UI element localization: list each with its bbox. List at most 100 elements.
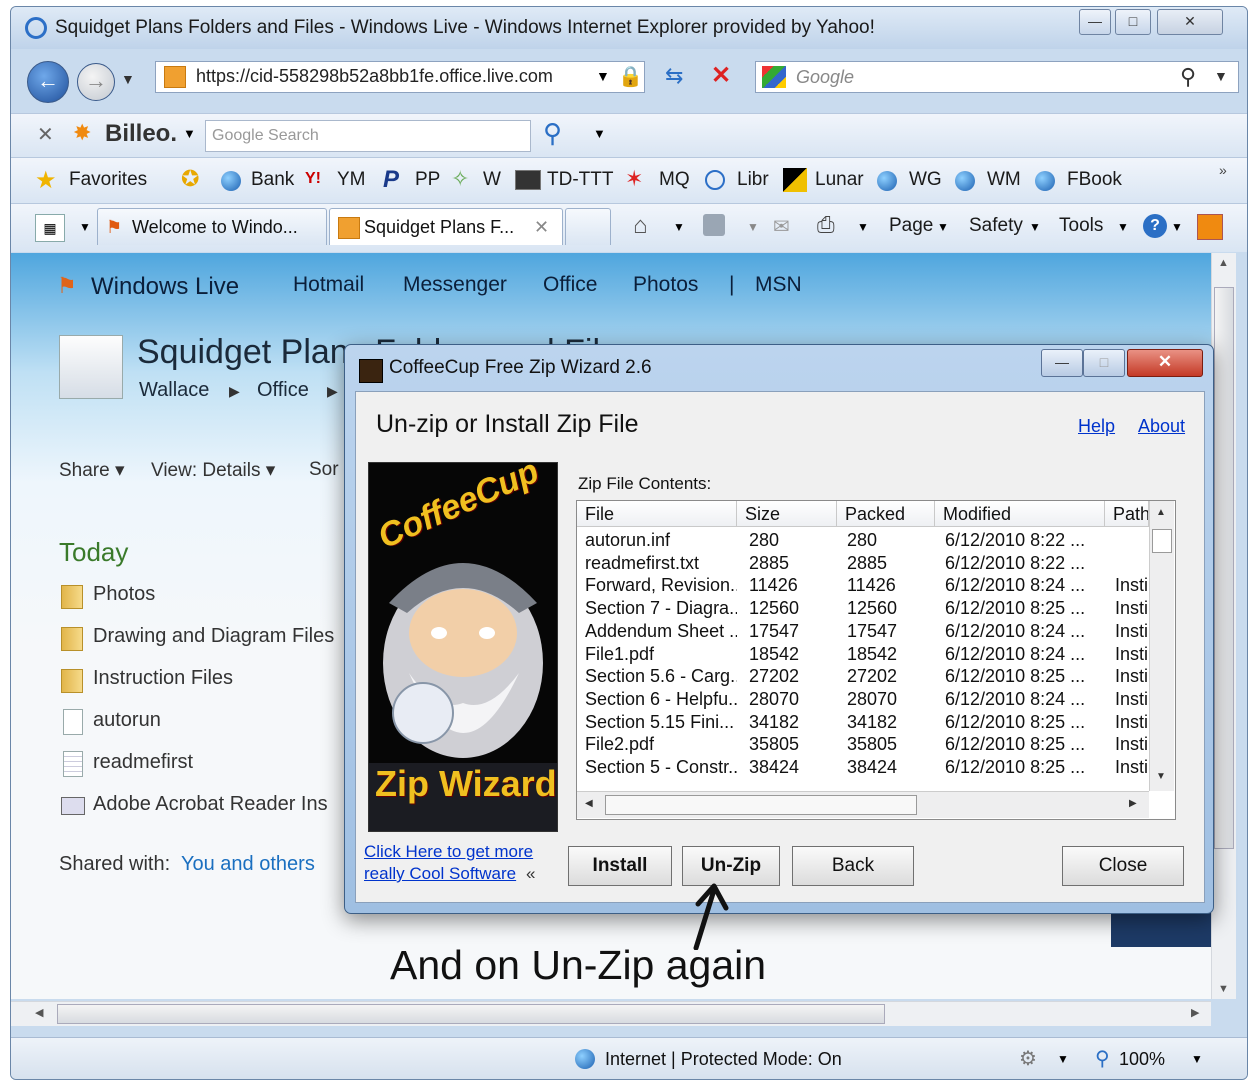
zip-row-cell[interactable]: 6/12/2010 8:22 ... bbox=[945, 552, 1105, 574]
list-horizontal-scrollbar[interactable]: ◀ ▶ bbox=[577, 791, 1149, 818]
zip-row-cell[interactable]: Addendum Sheet ... bbox=[585, 620, 737, 642]
nav-hotmail[interactable]: Hotmail bbox=[293, 273, 364, 297]
zip-row-cell[interactable]: Insti bbox=[1115, 665, 1149, 687]
zip-row-cell[interactable]: 17547 bbox=[749, 620, 839, 642]
zip-row-cell[interactable]: 2885 bbox=[749, 552, 839, 574]
column-path[interactable]: Path bbox=[1105, 501, 1149, 527]
zip-row-cell[interactable]: 280 bbox=[749, 529, 839, 551]
close-window-button[interactable]: ✕ bbox=[1157, 9, 1223, 35]
zip-row-cell[interactable]: 6/12/2010 8:25 ... bbox=[945, 711, 1105, 733]
shared-with-link[interactable]: You and others bbox=[181, 853, 315, 876]
item-readmefirst[interactable]: readmefirst bbox=[93, 751, 193, 774]
fav-wg[interactable]: WG bbox=[909, 169, 942, 191]
scroll-down-icon[interactable]: ▼ bbox=[1218, 983, 1229, 995]
print-dropdown-icon[interactable]: ▼ bbox=[857, 220, 869, 234]
item-photos[interactable]: Photos bbox=[93, 583, 155, 606]
fav-lunar[interactable]: Lunar bbox=[815, 169, 864, 191]
list-scroll-down-icon[interactable]: ▼ bbox=[1156, 771, 1166, 782]
zip-row-cell[interactable]: 28070 bbox=[749, 688, 839, 710]
nav-msn[interactable]: MSN bbox=[755, 273, 802, 297]
zip-row-cell[interactable]: 2885 bbox=[847, 552, 935, 574]
zip-row-cell[interactable]: Insti bbox=[1115, 711, 1149, 733]
zip-row-cell[interactable]: Insti bbox=[1115, 574, 1149, 596]
back-arrow-icon[interactable]: ← bbox=[27, 61, 69, 103]
zip-row-cell[interactable]: 34182 bbox=[749, 711, 839, 733]
zip-row-cell[interactable]: 27202 bbox=[749, 665, 839, 687]
zip-row-cell[interactable]: 35805 bbox=[847, 733, 935, 755]
zip-row-cell[interactable]: 6/12/2010 8:25 ... bbox=[945, 665, 1105, 687]
nav-photos[interactable]: Photos bbox=[633, 273, 698, 297]
research-icon[interactable] bbox=[1197, 214, 1223, 240]
list-scroll-right-icon[interactable]: ▶ bbox=[1129, 798, 1137, 809]
list-vertical-scrollbar[interactable]: ▲ ▼ bbox=[1149, 501, 1174, 791]
zip-row-cell[interactable]: Insti bbox=[1115, 733, 1149, 755]
add-favorite-icon[interactable]: ✪ bbox=[181, 166, 199, 192]
list-scroll-left-icon[interactable]: ◀ bbox=[585, 798, 593, 809]
zip-row-cell[interactable]: 6/12/2010 8:25 ... bbox=[945, 597, 1105, 619]
favorites-star-icon[interactable]: ★ bbox=[35, 166, 57, 195]
zip-row-cell[interactable]: 12560 bbox=[847, 597, 935, 619]
column-file[interactable]: File bbox=[577, 501, 737, 527]
zip-row-cell[interactable]: Section 5.6 - Carg... bbox=[585, 665, 737, 687]
home-dropdown-icon[interactable]: ▼ bbox=[673, 220, 685, 234]
list-vscroll-thumb[interactable] bbox=[1152, 529, 1172, 553]
feeds-dropdown-icon[interactable]: ▼ bbox=[747, 220, 759, 234]
zip-row-cell[interactable]: Insti bbox=[1115, 643, 1149, 665]
breadcrumb-office[interactable]: Office bbox=[257, 379, 309, 402]
zip-row-cell[interactable]: 12560 bbox=[749, 597, 839, 619]
zip-row-cell[interactable]: Forward, Revision... bbox=[585, 574, 737, 596]
tab-list-dropdown-icon[interactable]: ▼ bbox=[79, 220, 91, 234]
scroll-left-icon[interactable]: ◀ bbox=[35, 1006, 43, 1019]
zip-row-cell[interactable]: File2.pdf bbox=[585, 733, 737, 755]
billeo-menu-dropdown-icon[interactable]: ▼ bbox=[183, 126, 196, 141]
zip-row-cell[interactable]: Section 5 - Constr... bbox=[585, 756, 737, 778]
back-button[interactable]: Back bbox=[792, 846, 914, 886]
column-size[interactable]: Size bbox=[737, 501, 837, 527]
feeds-icon[interactable] bbox=[703, 214, 725, 236]
promo-link-line1[interactable]: Click Here to get more bbox=[364, 842, 533, 862]
tab-squidget[interactable]: Squidget Plans F... ✕ bbox=[329, 208, 563, 245]
zip-row-cell[interactable]: 6/12/2010 8:25 ... bbox=[945, 756, 1105, 778]
quick-tabs-icon[interactable]: ▦ bbox=[35, 214, 65, 242]
toolbar-search-dropdown-icon[interactable]: ▼ bbox=[593, 126, 606, 141]
zip-row-cell[interactable]: 6/12/2010 8:24 ... bbox=[945, 643, 1105, 665]
close-tab-icon[interactable]: ✕ bbox=[534, 217, 549, 238]
mail-icon[interactable]: ✉ bbox=[773, 214, 790, 239]
address-bar[interactable]: https://cid-558298b52a8bb1fe.office.live… bbox=[155, 61, 645, 93]
zip-row-cell[interactable]: 17547 bbox=[847, 620, 935, 642]
zip-row-cell[interactable]: 6/12/2010 8:24 ... bbox=[945, 688, 1105, 710]
history-dropdown-icon[interactable]: ▼ bbox=[121, 71, 135, 87]
zip-row-cell[interactable]: 34182 bbox=[847, 711, 935, 733]
zip-contents-list[interactable]: File Size Packed Modified Path autorun.i… bbox=[576, 500, 1176, 820]
safety-menu[interactable]: Safety bbox=[969, 215, 1023, 237]
dialog-minimize-button[interactable]: — bbox=[1041, 349, 1083, 377]
zoom-icon[interactable]: ⚲ bbox=[1095, 1046, 1110, 1071]
close-button[interactable]: Close bbox=[1062, 846, 1184, 886]
help-link[interactable]: Help bbox=[1078, 416, 1115, 437]
zip-row-cell[interactable] bbox=[1115, 552, 1149, 574]
nav-office[interactable]: Office bbox=[543, 273, 597, 297]
install-button[interactable]: Install bbox=[568, 846, 672, 886]
horizontal-scroll-thumb[interactable] bbox=[57, 1004, 885, 1024]
scroll-up-icon[interactable]: ▲ bbox=[1218, 257, 1229, 269]
search-options-dropdown-icon[interactable]: ▼ bbox=[1214, 68, 1228, 84]
zip-row-cell[interactable]: Section 7 - Diagra... bbox=[585, 597, 737, 619]
zip-row-cell[interactable]: 18542 bbox=[847, 643, 935, 665]
fav-td-ttt[interactable]: TD-TTT bbox=[547, 169, 613, 191]
fav-pp[interactable]: PP bbox=[415, 169, 440, 191]
zip-row-cell[interactable]: 11426 bbox=[749, 574, 839, 596]
zip-row-cell[interactable]: 6/12/2010 8:24 ... bbox=[945, 620, 1105, 642]
about-link[interactable]: About bbox=[1138, 416, 1185, 437]
zip-row-cell[interactable]: Insti bbox=[1115, 688, 1149, 710]
item-instruction-files[interactable]: Instruction Files bbox=[93, 667, 233, 690]
promo-link-line2[interactable]: really Cool Software bbox=[364, 864, 516, 884]
list-hscroll-thumb[interactable] bbox=[605, 795, 917, 815]
home-icon[interactable]: ⌂ bbox=[633, 212, 648, 240]
zip-row-cell[interactable]: autorun.inf bbox=[585, 529, 737, 551]
fav-wm[interactable]: WM bbox=[987, 169, 1021, 191]
item-autorun[interactable]: autorun bbox=[93, 709, 161, 732]
search-icon[interactable]: ⚲ bbox=[1180, 64, 1196, 90]
security-zone-icon[interactable]: ⚙ bbox=[1019, 1046, 1037, 1071]
toolbar-search-input[interactable]: Google Search bbox=[205, 120, 531, 152]
print-icon[interactable]: ⎙ bbox=[817, 212, 835, 238]
